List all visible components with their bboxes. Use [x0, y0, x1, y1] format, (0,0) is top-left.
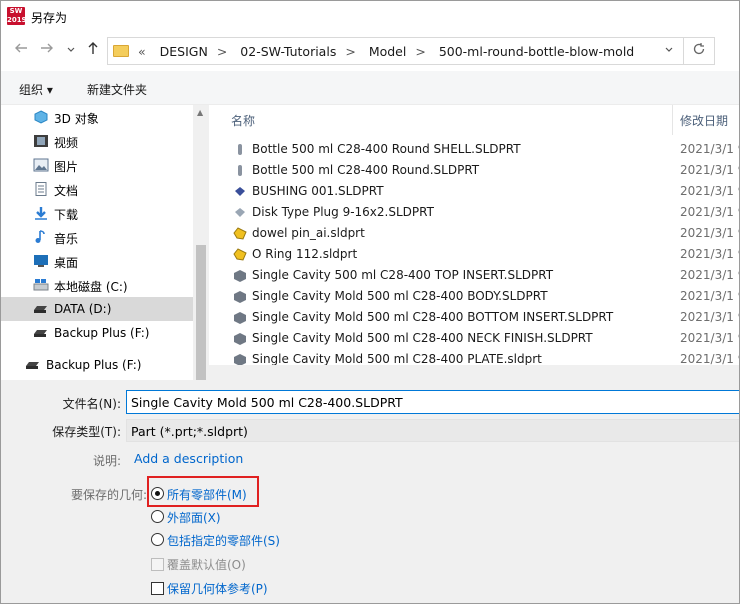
file-list[interactable]: ^ 名称 修改日期 Bottle 500 ml C28-400 Round SH… — [209, 105, 739, 365]
table-row[interactable]: dowel pin_ai.sldprt 2021/3/1 9 — [227, 223, 739, 244]
downloads-icon — [35, 207, 47, 220]
address-dropdown-icon[interactable] — [664, 45, 674, 58]
breadcrumb-overflow[interactable]: « — [138, 44, 146, 59]
breadcrumb-item[interactable]: 500-ml-round-bottle-blow-mold — [439, 44, 634, 59]
table-row[interactable]: Single Cavity Mold 500 ml C28-400 NECK F… — [227, 328, 739, 349]
navigation-pane-scrollbar[interactable]: ▲ — [193, 105, 209, 380]
sldprt-part-icon — [234, 333, 246, 345]
table-row[interactable]: Bottle 500 ml C28-400 Round SHELL.SLDPRT… — [227, 139, 739, 160]
description-label: 说明: — [92, 454, 121, 468]
table-row[interactable]: BUSHING 001.SLDPRT 2021/3/1 9 — [227, 181, 739, 202]
column-header-name[interactable]: 名称 — [231, 112, 255, 142]
sldprt-part-icon — [234, 291, 246, 303]
filetype-select[interactable]: Part (*.prt;*.sldprt) — [126, 419, 739, 442]
table-row[interactable]: Single Cavity Mold 500 ml C28-400 BOTTOM… — [227, 307, 739, 328]
sidebar-item-3d-objects[interactable]: 3D 对象 — [1, 105, 193, 129]
sidebar-item-pictures[interactable]: 图片 — [1, 153, 193, 177]
recent-locations-chevron-icon[interactable] — [61, 41, 81, 61]
sldprt-part-icon — [233, 227, 247, 240]
drive-icon — [34, 330, 47, 337]
sldprt-part-icon — [235, 208, 245, 217]
3d-objects-icon — [34, 110, 48, 124]
save-as-dialog: SW 2019 另存为 « DESIGN > 02-SW-Tutorials > M… — [0, 0, 740, 604]
table-row[interactable]: Bottle 500 ml C28-400 Round.SLDPRT 2021/… — [227, 160, 739, 181]
preserve-geometry-references-checkbox[interactable] — [151, 582, 164, 595]
file-list-horizontal-scrollbar[interactable] — [209, 365, 739, 380]
sldprt-part-icon — [233, 248, 247, 261]
local-disk-icon — [33, 279, 49, 291]
highlight-annotation-box — [147, 476, 259, 507]
table-row[interactable]: Disk Type Plug 9-16x2.SLDPRT 2021/3/1 9 — [227, 202, 739, 223]
music-icon — [35, 230, 45, 243]
sldprt-part-icon — [234, 270, 246, 282]
override-defaults-checkbox[interactable] — [151, 558, 164, 571]
title-bar[interactable]: SW 2019 另存为 — [1, 1, 739, 33]
pictures-icon — [33, 158, 49, 172]
organize-menu-button[interactable]: 组织 ▾ — [19, 81, 53, 98]
breadcrumb-item[interactable]: 02-SW-Tutorials — [240, 44, 336, 59]
include-specified-components-label[interactable]: 包括指定的零部件(S) — [167, 532, 280, 549]
navigation-pane[interactable]: 3D 对象 视频 图片 文档 下载 音乐 桌面 本地磁盘 (C:) DATA (… — [1, 105, 209, 380]
sidebar-item-documents[interactable]: 文档 — [1, 177, 193, 201]
sort-ascending-icon: ^ — [444, 105, 453, 112]
table-row[interactable]: Single Cavity 500 ml C28-400 TOP INSERT.… — [227, 265, 739, 286]
include-specified-components-radio[interactable] — [151, 533, 164, 546]
breadcrumb: « DESIGN > 02-SW-Tutorials > Model > 500-ml… — [138, 44, 634, 59]
breadcrumb-chevron-icon[interactable]: > — [345, 44, 355, 59]
back-arrow-icon[interactable] — [11, 41, 31, 61]
add-description-link[interactable]: Add a description — [134, 451, 243, 466]
breadcrumb-item[interactable]: DESIGN — [160, 44, 208, 59]
navigation-bar: « DESIGN > 02-SW-Tutorials > Model > 500-ml… — [1, 33, 739, 71]
sidebar-item-downloads[interactable]: 下载 — [1, 201, 193, 225]
drive-icon — [26, 362, 39, 369]
scroll-up-arrow-icon[interactable]: ▲ — [197, 108, 203, 117]
table-row[interactable]: Single Cavity Mold 500 ml C28-400 BODY.S… — [227, 286, 739, 307]
new-folder-button[interactable]: 新建文件夹 — [87, 81, 147, 98]
scrollbar-thumb[interactable] — [196, 245, 206, 380]
sidebar-item-video[interactable]: 视频 — [1, 129, 193, 153]
save-options-panel: 文件名(N): Single Cavity Mold 500 ml C28-40… — [1, 380, 739, 603]
window-title: 另存为 — [31, 11, 68, 25]
breadcrumb-chevron-icon[interactable]: > — [217, 44, 227, 59]
sldprt-part-icon — [238, 144, 242, 155]
geometry-to-save-label: 要保存的几何: — [70, 488, 147, 502]
folder-icon — [113, 45, 129, 57]
drive-icon — [34, 306, 47, 313]
sldprt-part-icon — [234, 312, 246, 324]
column-divider[interactable] — [672, 105, 673, 135]
preserve-geometry-references-label[interactable]: 保留几何体参考(P) — [167, 580, 268, 597]
column-header-date[interactable]: 修改日期 — [680, 112, 728, 142]
sidebar-item-backup-plus-f-root[interactable]: Backup Plus (F:) — [1, 353, 185, 377]
override-defaults-label: 覆盖默认值(O) — [167, 558, 246, 572]
forward-arrow-icon[interactable] — [37, 41, 57, 61]
solidworks-app-icon: SW 2019 — [7, 7, 27, 25]
table-row[interactable]: O Ring 112.sldprt 2021/3/1 9 — [227, 244, 739, 265]
desktop-icon — [34, 255, 48, 267]
up-folder-arrow-icon[interactable] — [83, 41, 103, 61]
exterior-faces-label[interactable]: 外部面(X) — [167, 509, 221, 526]
sidebar-item-music[interactable]: 音乐 — [1, 225, 193, 249]
address-divider — [683, 38, 684, 64]
documents-icon — [35, 182, 47, 196]
sldprt-part-icon — [238, 165, 242, 176]
exterior-faces-radio[interactable] — [151, 510, 164, 523]
table-row[interactable]: Single Cavity Mold 500 ml C28-400 PLATE.… — [227, 349, 739, 365]
address-bar[interactable]: « DESIGN > 02-SW-Tutorials > Model > 500-ml… — [107, 37, 715, 65]
breadcrumb-item[interactable]: Model — [369, 44, 407, 59]
filename-label: 文件名(N): — [62, 397, 121, 411]
sldprt-part-icon — [235, 187, 245, 196]
sidebar-item-data-d[interactable]: DATA (D:) — [1, 297, 193, 321]
sldprt-part-icon — [234, 354, 246, 365]
sidebar-item-desktop[interactable]: 桌面 — [1, 249, 193, 273]
sidebar-item-local-disk-c[interactable]: 本地磁盘 (C:) — [1, 273, 193, 297]
refresh-icon[interactable] — [692, 42, 706, 60]
filetype-label: 保存类型(T): — [52, 425, 121, 439]
video-icon — [34, 135, 48, 147]
filename-input[interactable]: Single Cavity Mold 500 ml C28-400.SLDPRT — [126, 390, 739, 414]
command-toolbar: 组织 ▾ 新建文件夹 — [1, 71, 739, 105]
breadcrumb-chevron-icon[interactable]: > — [415, 44, 425, 59]
sidebar-item-backup-plus-f[interactable]: Backup Plus (F:) — [1, 321, 193, 345]
